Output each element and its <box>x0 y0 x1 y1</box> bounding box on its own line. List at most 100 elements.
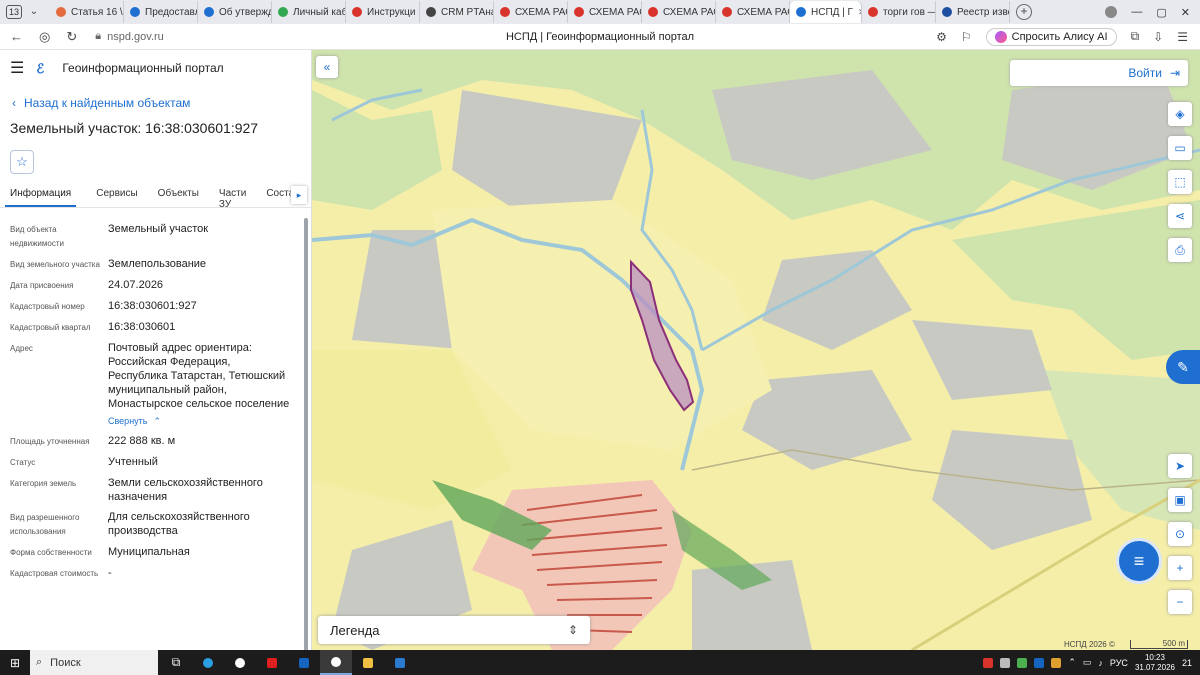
reload-icon[interactable]: ↻ <box>66 29 77 45</box>
property-value-text: - <box>108 567 112 579</box>
collapse-address-link[interactable]: Свернуть ⌃ <box>108 414 291 428</box>
property-value-text: 222 888 кв. м <box>108 435 176 447</box>
language-indicator[interactable]: РУС <box>1110 658 1128 668</box>
yandex-browser-active-icon[interactable] <box>320 650 352 675</box>
tray-outlook-icon[interactable] <box>1034 657 1045 668</box>
menu-icon[interactable]: ☰ <box>1177 30 1188 44</box>
back-arrow-icon[interactable]: ← <box>10 29 23 45</box>
browser-tab[interactable]: Об утвержд <box>198 1 272 23</box>
browser-tab[interactable]: Предоставл <box>124 1 198 23</box>
select-area-icon[interactable]: ⬚ <box>1168 170 1192 194</box>
chat-icon[interactable]: ≡ <box>1116 538 1162 584</box>
extensions-icon[interactable]: ⧉ <box>1131 29 1140 44</box>
new-tab-button[interactable]: + <box>1016 4 1032 20</box>
file-explorer-icon[interactable] <box>352 650 384 675</box>
translate-icon[interactable]: ⚙ <box>936 30 947 44</box>
map-copyright: НСПД 2026 © <box>1064 640 1115 649</box>
maximize-icon[interactable]: ▢ <box>1156 6 1166 19</box>
browser-tab[interactable]: НСПД | Г✕ <box>790 1 862 23</box>
map-canvas[interactable]: « Войти ⇥ ◈ ▭ ⬚ ⋖ ⎙ ✎ ➤ ▣ ⊙ + − ≡ Легенд… <box>312 50 1200 650</box>
bookmark-icon[interactable]: ⚐ <box>961 30 972 44</box>
tray-chevron-icon[interactable]: ⌃ <box>1068 657 1076 668</box>
tab-info-2[interactable]: Объекты <box>158 186 199 207</box>
tray-app-icon[interactable] <box>983 657 994 668</box>
browser-tab[interactable]: Статья 16 \ <box>50 1 124 23</box>
browser-tab[interactable]: Инструкци <box>346 1 420 23</box>
property-label: Дата присвоения <box>10 281 74 290</box>
browser-tab[interactable]: СХЕМА РАС <box>494 1 568 23</box>
back-to-results-link[interactable]: ‹ Назад к найденным объектам <box>12 96 311 110</box>
login-button[interactable]: Войти <box>1128 66 1162 80</box>
property-row: Кадастровый квартал 16:38:030601 <box>10 320 291 335</box>
hamburger-menu-icon[interactable]: ☰ <box>10 58 24 78</box>
browser-tabbar: 13 ⌄ Статья 16 \ Предоставл Об утвержд Личн… <box>0 0 1200 24</box>
favorite-star-button[interactable]: ☆ <box>10 150 34 174</box>
lock-icon: 🔒︎ <box>95 30 102 42</box>
clock[interactable]: 10:23 31.07.2026 <box>1135 653 1175 673</box>
property-value: Муниципальная <box>108 545 291 560</box>
map-scale: 500 m <box>1130 640 1188 649</box>
panel-scrollbar[interactable] <box>304 218 308 650</box>
property-row: Вид разрешенного использования Для сельск… <box>10 510 291 539</box>
layers-icon[interactable]: ◈ <box>1168 102 1192 126</box>
tab-favicon-icon <box>204 7 214 17</box>
tabs-menu-chevron-icon[interactable]: ⌄ <box>26 4 42 20</box>
url-field[interactable]: 🔒︎ nspd.gov.ru <box>95 30 164 43</box>
close-window-icon[interactable]: ✕ <box>1181 6 1190 19</box>
tab-label: НСПД | Г <box>811 6 853 18</box>
property-row: Адрес Почтовый адрес ориентира: Российска… <box>10 341 291 428</box>
volume-icon[interactable]: ♪ <box>1098 658 1103 668</box>
browser-tab[interactable]: СХЕМА РАС <box>568 1 642 23</box>
taskbar-search[interactable]: ⌕ Поиск <box>30 650 158 675</box>
minimap-icon[interactable]: ▣ <box>1168 488 1192 512</box>
property-value-text: Почтовый адрес ориентира: Российская Фед… <box>108 342 290 410</box>
ruler-icon[interactable]: ▭ <box>1168 136 1192 160</box>
tray-app2-icon[interactable] <box>1051 657 1062 668</box>
print-icon[interactable]: ⎙ <box>1168 238 1192 262</box>
info-tabs: Информация Сервисы Объекты Части ЗУ Состав ▸ <box>0 186 311 210</box>
task-view-icon[interactable]: ⧉ <box>160 650 192 675</box>
share-icon[interactable]: ⋖ <box>1168 204 1192 228</box>
legend-dropdown[interactable]: Легенда ⇕ <box>318 616 590 644</box>
address-bar: ← ◎ ↻ 🔒︎ nspd.gov.ru НСПД | Геоинформаци… <box>0 24 1200 50</box>
property-value-text: Земельный участок <box>108 223 209 235</box>
network-icon[interactable]: ▭ <box>1083 657 1092 668</box>
ask-alisa-button[interactable]: Спросить Алису AI <box>985 27 1117 46</box>
browser-tab[interactable]: Реестр изве <box>936 1 1010 23</box>
notifications-badge[interactable]: 21 <box>1182 658 1192 668</box>
tray-kaspersky-icon[interactable] <box>1017 657 1028 668</box>
yandex-browser-icon[interactable] <box>224 650 256 675</box>
shield-icon[interactable]: ◎ <box>39 29 50 45</box>
browser-tab[interactable]: торги гов — <box>862 1 936 23</box>
tab-count-badge[interactable]: 13 <box>6 5 22 19</box>
tab-info-0[interactable]: Информация <box>5 186 77 207</box>
geolocation-icon[interactable]: ➤ <box>1168 454 1192 478</box>
browser-tab[interactable]: Личный каб <box>272 1 346 23</box>
zoom-out-button[interactable]: − <box>1168 590 1192 614</box>
map-layer <box>312 50 1200 650</box>
edge-icon[interactable] <box>192 650 224 675</box>
browser-tab[interactable]: СХЕМА РАС <box>716 1 790 23</box>
tab-info-1[interactable]: Сервисы <box>96 186 137 207</box>
tab-label: Предоставл <box>145 6 198 18</box>
property-value: Земли сельскохозяйственного назначения <box>108 476 291 504</box>
collapse-panel-button[interactable]: « <box>316 56 338 78</box>
windows-start-icon[interactable]: ⊞ <box>0 656 30 670</box>
minimize-icon[interactable]: — <box>1131 6 1142 18</box>
location-search-icon[interactable]: ⊙ <box>1168 522 1192 546</box>
yandex-icon[interactable] <box>256 650 288 675</box>
login-icon[interactable]: ⇥ <box>1170 66 1180 80</box>
profile-avatar[interactable] <box>1105 6 1118 18</box>
tabs-next-chevron-icon[interactable]: ▸ <box>291 186 307 204</box>
browser-tab[interactable]: CRM PTAнал <box>420 1 494 23</box>
assistant-widget-icon[interactable]: ✎ <box>1166 350 1200 384</box>
zoom-in-button[interactable]: + <box>1168 556 1192 580</box>
tray-settings-icon[interactable] <box>1000 657 1011 668</box>
tab-info-3[interactable]: Части ЗУ <box>219 186 246 210</box>
outlook-icon[interactable] <box>288 650 320 675</box>
downloads-icon[interactable]: ⇩ <box>1153 30 1163 44</box>
app-icon[interactable] <box>384 650 416 675</box>
system-tray: ⌃ ▭ ♪ РУС 10:23 31.07.2026 21 <box>983 653 1200 673</box>
browser-tab[interactable]: СХЕМА РАС <box>642 1 716 23</box>
url-text: nspd.gov.ru <box>107 30 164 43</box>
